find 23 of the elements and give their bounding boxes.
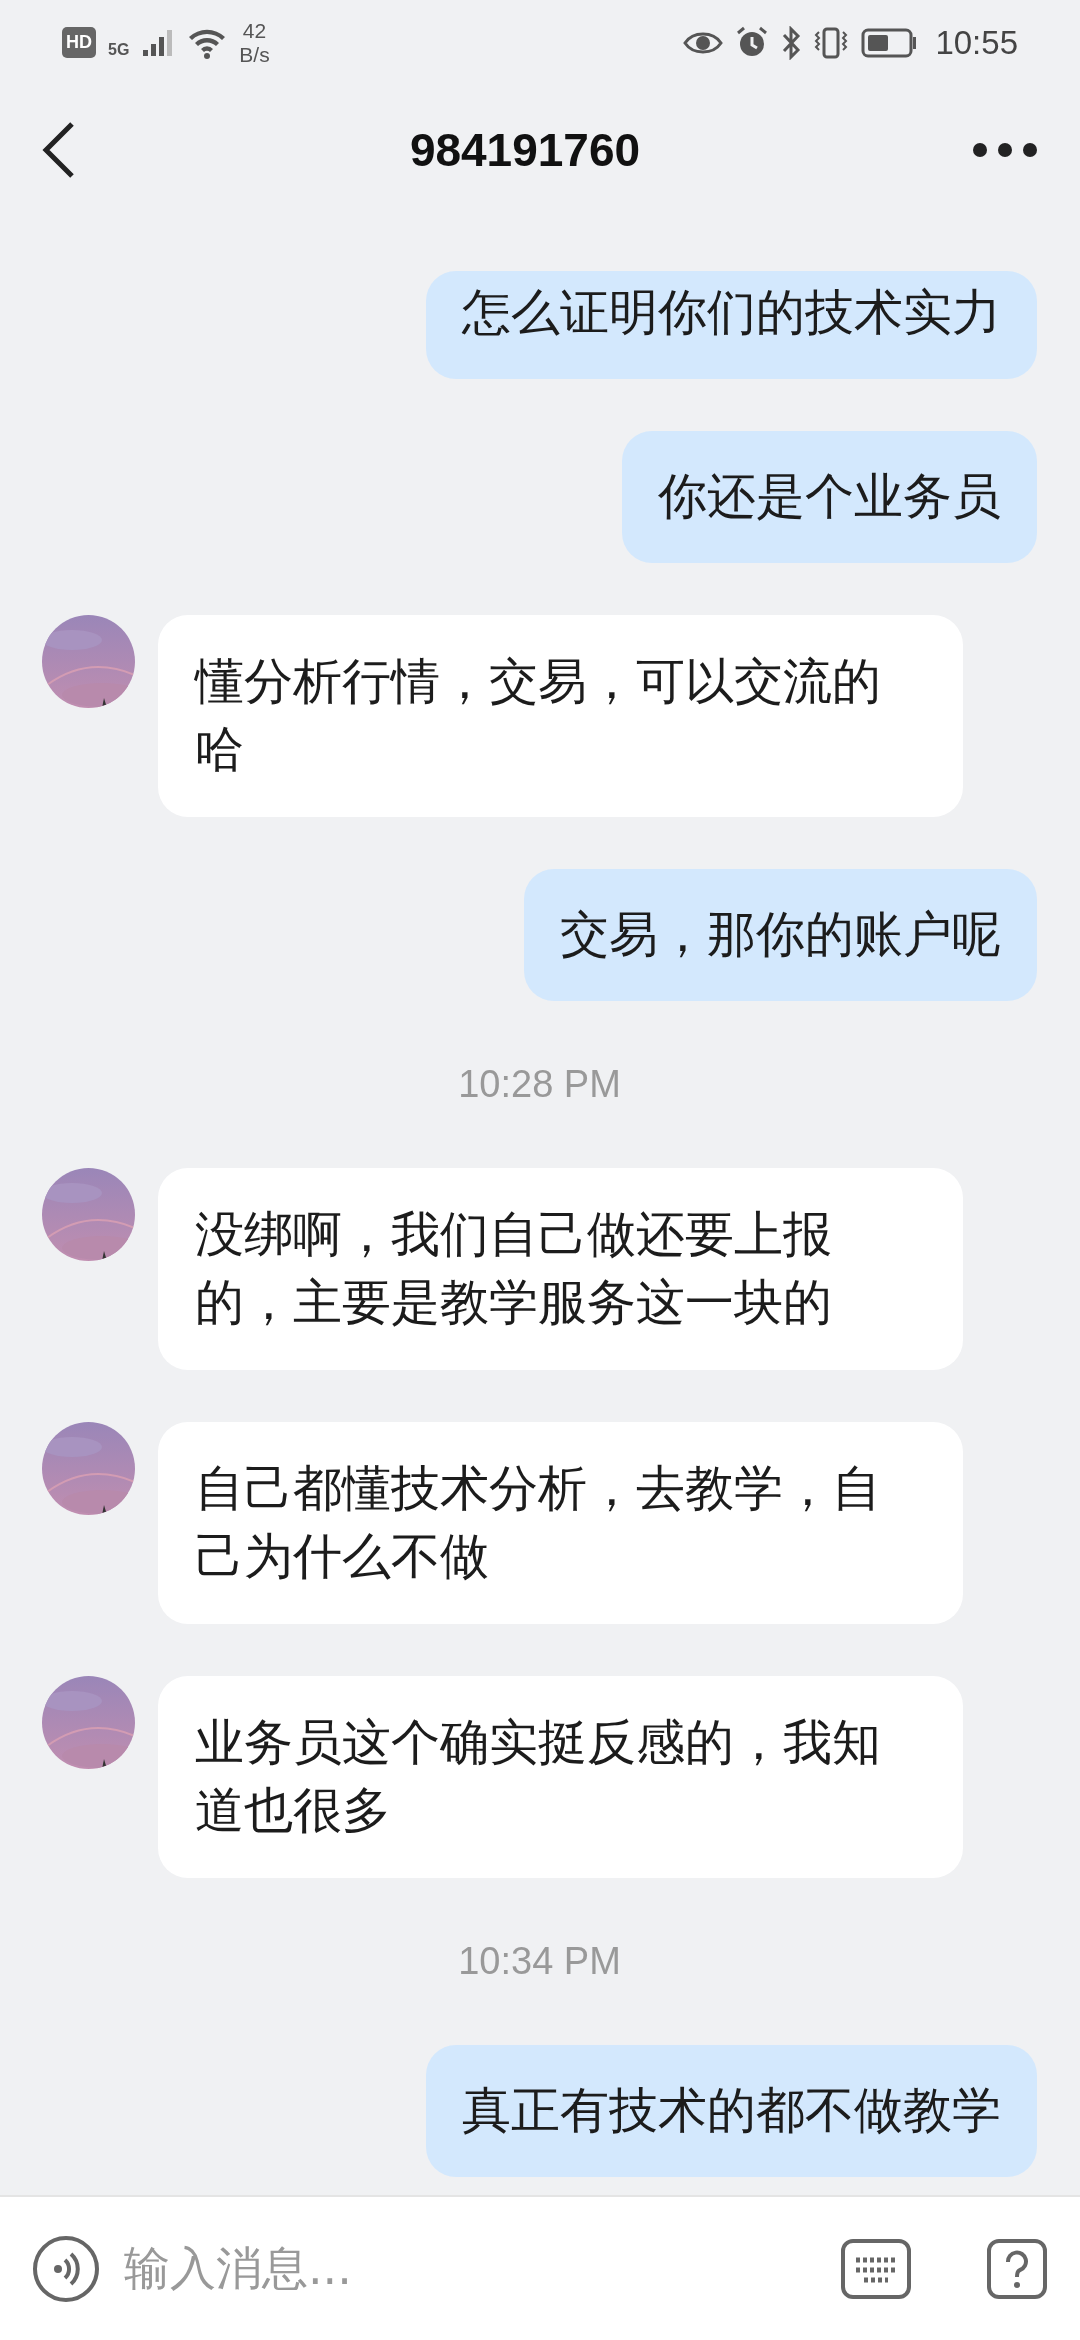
- keyboard-button[interactable]: [840, 2237, 912, 2300]
- status-time: 10:55: [935, 23, 1018, 62]
- received-message: 懂分析行情，交易，可以交流的哈: [158, 615, 963, 817]
- hd-badge: HD: [62, 27, 96, 58]
- help-button[interactable]: [986, 2237, 1048, 2300]
- more-button[interactable]: [970, 140, 1040, 160]
- sent-message: 交易，那你的账户呢: [524, 869, 1037, 1001]
- battery-icon: [861, 27, 918, 58]
- timestamp: 10:28 PM: [458, 1063, 621, 1106]
- vibrate-icon: [813, 25, 850, 60]
- timestamp: 10:34 PM: [458, 1940, 621, 1983]
- sent-message: 怎么证明你们的技术实力: [426, 271, 1037, 379]
- chat-title: 984191760: [408, 123, 642, 177]
- sent-message: 真正有技术的都不做教学: [426, 2045, 1037, 2177]
- network-type: 5G: [108, 40, 130, 59]
- speed-value: 42: [242, 18, 267, 43]
- sent-message: 你还是个业务员: [622, 431, 1037, 563]
- speed-unit: B/s: [239, 42, 270, 67]
- voice-button[interactable]: [32, 2234, 100, 2303]
- bluetooth-icon: [781, 25, 802, 60]
- received-message: 自己都懂技术分析，去教学，自己为什么不做: [158, 1422, 963, 1624]
- received-message: 业务员这个确实挺反感的，我知道也很多: [158, 1676, 963, 1878]
- received-message: 没绑啊，我们自己做还要上报的，主要是教学服务这一块的: [158, 1168, 963, 1370]
